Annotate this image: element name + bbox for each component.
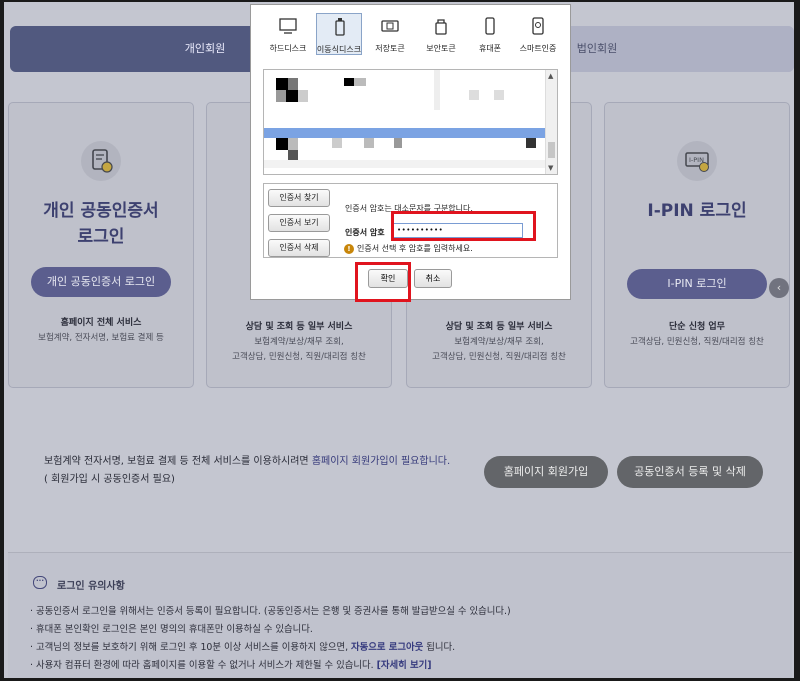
signup-button[interactable]: 홈페이지 회원가입 <box>484 456 608 488</box>
card-subtitle: 상담 및 조회 등 일부 서비스 <box>445 322 553 332</box>
card-description-line2: 고객상담, 민원신청, 직원/대리점 칭찬 <box>232 352 366 362</box>
warning-icon: ! <box>344 244 354 254</box>
certificate-dialog: 하드디스크 이동식디스크 저장토큰 보안토큰 휴대폰 스마트인증 ▲ ▼ 인증서… <box>250 4 571 302</box>
device-label: 저장토큰 <box>375 44 405 53</box>
device-label: 이동식디스크 <box>316 45 362 54</box>
card-title: I-PIN 로그인 <box>647 201 747 221</box>
device-label: 휴대폰 <box>478 44 502 53</box>
storage-device-selector: 하드디스크 이동식디스크 저장토큰 보안토큰 휴대폰 스마트인증 <box>261 11 561 57</box>
usb-drive-icon <box>335 18 345 36</box>
login-notice-section: ··· 로그인 유의사항 · 공동인증서 로그인을 위해서는 인증서 등록이 필… <box>8 552 792 678</box>
confirm-highlight-box <box>355 262 411 302</box>
list-item: · 공동인증서 로그인을 위해서는 인증서 등록이 필요합니다. (공동인증서는… <box>30 606 511 617</box>
cancel-button[interactable]: 취소 <box>414 269 452 288</box>
card-description: 고객상담, 민원신청, 직원/대리점 칭찬 <box>630 337 764 347</box>
device-hard-disk[interactable]: 하드디스크 <box>265 13 311 55</box>
card-subtitle: 단순 신청 업무 <box>669 322 725 332</box>
signup-notice: 보험계약 전자서명, 보험료 결제 등 전체 서비스를 이용하시려면 홈페이지 … <box>44 453 450 489</box>
certificate-manage-button[interactable]: 공동인증서 등록 및 삭제 <box>617 456 763 488</box>
notice-list: · 공동인증서 로그인을 위해서는 인증서 등록이 필요합니다. (공동인증서는… <box>30 603 511 675</box>
smart-auth-icon <box>532 17 544 35</box>
card-description-line2: 고객상담, 민원신청, 직원/대리점 칭찬 <box>432 352 566 362</box>
device-label: 스마트인증 <box>519 44 557 53</box>
device-removable-disk[interactable]: 이동식디스크 <box>316 13 362 55</box>
details-link[interactable]: [자세히 보기] <box>377 660 432 671</box>
certificate-icon <box>81 141 121 181</box>
signup-notice-sub: ( 회원가입 시 공동인증서 필요) <box>44 474 175 485</box>
card-title-line2: 로그인 <box>77 227 125 247</box>
signup-required-highlight: 홈페이지 회원가입이 필요합니다. <box>311 456 451 467</box>
card-subtitle: 홈페이지 전체 서비스 <box>60 318 142 328</box>
device-label: 보안토큰 <box>426 44 456 53</box>
card-subtitle: 상담 및 조회 등 일부 서비스 <box>245 322 353 332</box>
scrollbar-thumb[interactable] <box>548 142 555 158</box>
phone-icon <box>485 17 495 35</box>
password-hint-text: 인증서 선택 후 암호를 입력하세요. <box>357 244 473 253</box>
auto-logout-emphasis: 자동으로 로그아웃 <box>351 642 424 653</box>
list-item: · 휴대폰 본인확인 로그인은 본인 명의의 휴대폰만 이용하실 수 있습니다. <box>30 624 313 635</box>
scroll-down-icon[interactable]: ▼ <box>548 164 553 172</box>
monitor-icon <box>279 18 297 34</box>
token-icon <box>381 20 399 32</box>
chat-bubble-icon: ··· <box>33 576 47 589</box>
card-ipin-login: I-PIN I-PIN 로그인 I-PIN 로그인 단순 신청 업무 고객상담,… <box>604 102 790 388</box>
device-smart-auth[interactable]: 스마트인증 <box>515 13 561 55</box>
find-certificate-button[interactable]: 인증서 찾기 <box>268 189 330 207</box>
password-label: 인증서 암호 <box>345 228 385 237</box>
card-certificate-login: 개인 공동인증서 로그인 개인 공동인증서 로그인 홈페이지 전체 서비스 보험… <box>8 102 194 388</box>
lock-token-icon <box>435 19 447 35</box>
device-mobile-phone[interactable]: 휴대폰 <box>467 13 513 55</box>
card-description: 보험계약/보상/채무 조회, <box>254 337 344 347</box>
device-security-token[interactable]: 보안토큰 <box>418 13 464 55</box>
password-highlight-box <box>391 211 536 241</box>
list-item[interactable] <box>276 78 288 90</box>
browser-viewport: 개인회원 법인회원 개인 공동인증서 로그인 개인 공동인증서 로그인 홈페이지… <box>4 2 794 678</box>
delete-certificate-button[interactable]: 인증서 삭제 <box>268 239 330 257</box>
notice-title-text: 로그인 유의사항 <box>57 581 125 592</box>
card-description: 보험계약/보상/채무 조회, <box>454 337 544 347</box>
carousel-prev-arrow[interactable]: ‹ <box>769 278 789 298</box>
certificate-login-button[interactable]: 개인 공동인증서 로그인 <box>31 267 171 297</box>
password-hint: ! 인증서 선택 후 암호를 입력하세요. <box>344 243 473 254</box>
notice-title: ··· 로그인 유의사항 <box>33 576 125 592</box>
ipin-icon: I-PIN <box>677 141 717 181</box>
card-description: 보험계약, 전자서명, 보험료 결제 등 <box>38 333 164 343</box>
device-label: 하드디스크 <box>269 44 307 53</box>
device-storage-token[interactable]: 저장토큰 <box>367 13 413 55</box>
card-title: 개인 공동인증서 <box>43 201 159 221</box>
certificate-list-scrollbar[interactable]: ▲ ▼ <box>545 70 557 174</box>
signup-notice-text: 보험계약 전자서명, 보험료 결제 등 전체 서비스를 이용하시려면 <box>44 456 312 467</box>
ipin-login-button[interactable]: I-PIN 로그인 <box>627 269 767 299</box>
view-certificate-button[interactable]: 인증서 보기 <box>268 214 330 232</box>
certificate-list[interactable]: ▲ ▼ <box>263 69 558 175</box>
list-item: · 사용자 컴퓨터 환경에 따라 홈페이지를 이용할 수 없거나 서비스가 제한… <box>30 660 432 671</box>
list-item: · 고객님의 정보를 보호하기 위해 로그인 후 10분 이상 서비스를 이용하… <box>30 642 456 653</box>
scroll-up-icon[interactable]: ▲ <box>548 72 553 80</box>
